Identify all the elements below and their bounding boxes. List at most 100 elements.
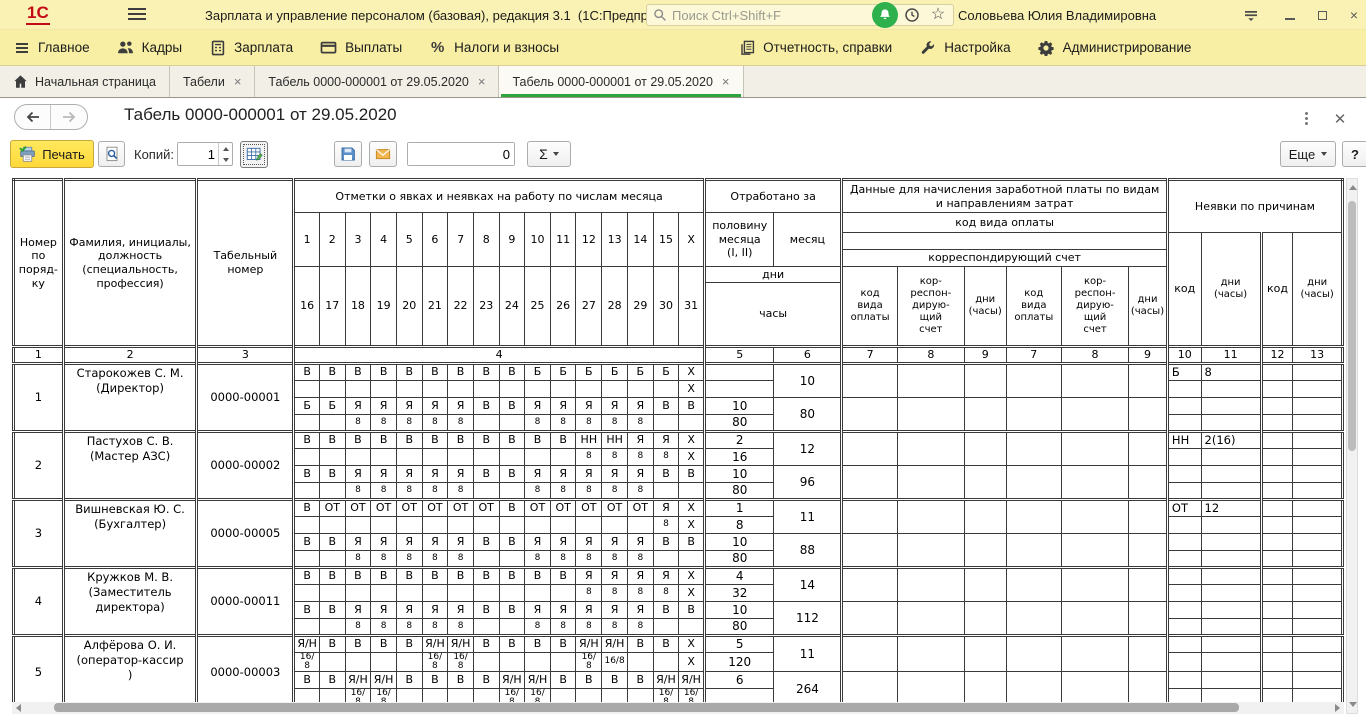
column-number[interactable]: 6 bbox=[774, 347, 842, 364]
day-mark-cell[interactable]: В bbox=[525, 431, 551, 448]
day-mark-cell[interactable]: Я/Н bbox=[345, 671, 371, 688]
absence-cell[interactable] bbox=[1167, 465, 1201, 482]
header-day-number[interactable]: 23 bbox=[473, 267, 499, 347]
employee-name[interactable]: Старокожев С. М. (Директор) bbox=[63, 363, 197, 431]
absence-cell[interactable] bbox=[1293, 465, 1343, 482]
month-hours-cell[interactable]: 112 bbox=[774, 601, 842, 635]
day-mark-cell[interactable]: Я bbox=[653, 499, 679, 516]
day-hours-cell[interactable]: 8 bbox=[525, 482, 551, 499]
day-mark-cell[interactable]: В bbox=[499, 533, 525, 550]
back-button[interactable] bbox=[15, 105, 51, 129]
day-mark-cell[interactable]: В bbox=[396, 635, 422, 652]
absence-cell[interactable] bbox=[1261, 635, 1293, 652]
pay-data-cell[interactable] bbox=[842, 567, 897, 601]
day-hours-cell[interactable] bbox=[550, 652, 576, 671]
day-mark-cell[interactable]: В bbox=[602, 671, 628, 688]
menu-item-5[interactable]: %Налоги и взносы bbox=[429, 39, 559, 56]
day-mark-cell[interactable]: Я/Н bbox=[422, 635, 448, 652]
day-hours-cell[interactable] bbox=[319, 380, 345, 397]
day-mark-cell[interactable]: В bbox=[448, 567, 474, 584]
header-day-number[interactable]: 18 bbox=[345, 267, 371, 347]
pay-data-cell[interactable] bbox=[897, 431, 964, 465]
absence-cell[interactable] bbox=[1261, 601, 1293, 618]
day-mark-cell[interactable]: Я bbox=[422, 397, 448, 414]
day-mark-cell[interactable]: В bbox=[294, 533, 320, 550]
day-mark-cell[interactable]: Я bbox=[422, 601, 448, 618]
day-hours-cell[interactable] bbox=[653, 482, 679, 499]
day-mark-cell[interactable]: Я bbox=[628, 465, 654, 482]
day-hours-cell[interactable]: 16/ 8 bbox=[576, 652, 602, 671]
day-mark-cell[interactable]: ОТ bbox=[602, 499, 628, 516]
half1-days-cell[interactable]: 5 bbox=[704, 635, 774, 652]
x-cell[interactable]: Х bbox=[679, 448, 705, 465]
absence-cell[interactable] bbox=[1293, 533, 1343, 550]
scroll-right-arrow[interactable] bbox=[1335, 704, 1340, 712]
day-mark-cell[interactable]: В bbox=[525, 567, 551, 584]
employee-name[interactable]: Кружков М. В. (Заместитель директора) bbox=[63, 567, 197, 635]
scroll-up-arrow[interactable] bbox=[1349, 185, 1357, 190]
save-button[interactable] bbox=[334, 141, 362, 167]
scroll-left-arrow[interactable] bbox=[16, 704, 21, 712]
day-mark-cell[interactable]: В bbox=[448, 363, 474, 380]
column-number[interactable]: 11 bbox=[1201, 347, 1261, 364]
day-hours-cell[interactable] bbox=[602, 688, 628, 702]
day-hours-cell[interactable] bbox=[602, 380, 628, 397]
day-hours-cell[interactable] bbox=[345, 584, 371, 601]
main-menu-button[interactable] bbox=[128, 8, 146, 22]
day-mark-cell[interactable]: Я/Н bbox=[602, 635, 628, 652]
half2-days-cell[interactable]: 10 bbox=[704, 533, 774, 550]
day-hours-cell[interactable] bbox=[473, 550, 499, 567]
day-hours-cell[interactable] bbox=[473, 482, 499, 499]
form-more-icon[interactable] bbox=[1305, 112, 1309, 126]
day-mark-cell[interactable]: Я bbox=[550, 601, 576, 618]
day-hours-cell[interactable] bbox=[576, 688, 602, 702]
header-day-number[interactable]: 3 bbox=[345, 213, 371, 267]
day-mark-cell[interactable]: Я bbox=[448, 465, 474, 482]
pay-data-cell[interactable] bbox=[842, 431, 897, 465]
day-hours-cell[interactable]: 8 bbox=[653, 448, 679, 465]
day-mark-cell[interactable]: Я bbox=[345, 601, 371, 618]
tab-close-icon[interactable]: × bbox=[234, 74, 242, 89]
day-mark-cell[interactable]: ОТ bbox=[422, 499, 448, 516]
day-hours-cell[interactable]: 8 bbox=[576, 448, 602, 465]
row-number[interactable]: 4 bbox=[14, 567, 64, 635]
day-mark-cell[interactable]: Я bbox=[628, 533, 654, 550]
day-hours-cell[interactable]: 8 bbox=[602, 584, 628, 601]
header-day-number[interactable]: 9 bbox=[499, 213, 525, 267]
day-mark-cell[interactable]: В bbox=[499, 465, 525, 482]
day-mark-cell[interactable]: В bbox=[576, 671, 602, 688]
half1-days-cell[interactable] bbox=[704, 363, 774, 380]
month-days-cell[interactable]: 14 bbox=[774, 567, 842, 601]
absence-cell[interactable] bbox=[1167, 448, 1201, 465]
day-hours-cell[interactable]: 8 bbox=[602, 550, 628, 567]
header-tab-number[interactable]: Табельный номер bbox=[197, 180, 294, 347]
day-hours-cell[interactable] bbox=[319, 482, 345, 499]
day-mark-cell[interactable]: В bbox=[653, 397, 679, 414]
employee-tab-number[interactable]: 0000-00001 bbox=[197, 363, 294, 431]
minimize-button[interactable] bbox=[1281, 7, 1299, 23]
pay-data-cell[interactable] bbox=[1006, 567, 1061, 601]
header-employee-name[interactable]: Фамилия, инициалы, должность (специально… bbox=[63, 180, 197, 347]
absence-cell[interactable] bbox=[1261, 448, 1293, 465]
day-mark-cell[interactable]: В bbox=[473, 671, 499, 688]
absence-cell[interactable] bbox=[1293, 516, 1343, 533]
day-hours-cell[interactable]: 8 bbox=[525, 618, 551, 635]
day-mark-cell[interactable]: Я bbox=[602, 465, 628, 482]
day-mark-cell[interactable]: В bbox=[294, 567, 320, 584]
menu-item-4[interactable]: Выплаты bbox=[320, 39, 402, 56]
day-mark-cell[interactable]: В bbox=[345, 363, 371, 380]
absence-cell[interactable] bbox=[1261, 618, 1293, 635]
absence-cell[interactable] bbox=[1167, 601, 1201, 618]
day-hours-cell[interactable] bbox=[550, 584, 576, 601]
day-hours-cell[interactable] bbox=[396, 380, 422, 397]
day-hours-cell[interactable]: 8 bbox=[448, 550, 474, 567]
tab-close-icon[interactable]: × bbox=[478, 74, 486, 89]
day-mark-cell[interactable]: В bbox=[422, 363, 448, 380]
day-hours-cell[interactable] bbox=[499, 516, 525, 533]
day-hours-cell[interactable]: 16/ 8 bbox=[448, 652, 474, 671]
pay-data-cell[interactable] bbox=[842, 635, 897, 671]
day-hours-cell[interactable]: 8 bbox=[422, 414, 448, 431]
pay-data-cell[interactable] bbox=[842, 397, 897, 431]
day-mark-cell[interactable]: Я bbox=[371, 397, 397, 414]
pay-data-cell[interactable] bbox=[897, 465, 964, 499]
